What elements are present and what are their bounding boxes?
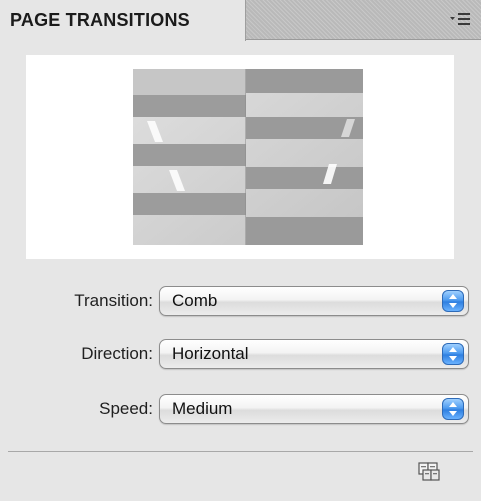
tab-title: PAGE TRANSITIONS [10, 10, 190, 30]
direction-select[interactable]: Horizontal [159, 339, 469, 369]
transition-preview [26, 55, 454, 259]
transition-value: Comb [172, 291, 218, 310]
direction-row: Direction: Horizontal [0, 339, 481, 369]
apply-to-all-spreads-icon[interactable] [418, 461, 442, 485]
transition-preview-image [133, 69, 363, 245]
transition-select[interactable]: Comb [159, 286, 469, 316]
speed-value: Medium [172, 399, 233, 418]
speed-label: Speed: [99, 399, 153, 418]
select-stepper-icon [442, 343, 464, 365]
panel-tab-bar: PAGE TRANSITIONS [0, 0, 481, 41]
direction-label: Direction: [81, 344, 153, 363]
speed-select[interactable]: Medium [159, 394, 469, 424]
page-transitions-panel: PAGE TRANSITIONS Transition: Comb Direct… [0, 0, 481, 501]
direction-value: Horizontal [172, 344, 249, 363]
footer-divider [8, 451, 473, 452]
tab-page-transitions[interactable]: PAGE TRANSITIONS [0, 0, 246, 41]
panel-menu-icon[interactable] [449, 10, 471, 28]
select-stepper-icon [442, 290, 464, 312]
transition-label: Transition: [74, 291, 153, 310]
speed-row: Speed: Medium [0, 394, 481, 424]
select-stepper-icon [442, 398, 464, 420]
transition-row: Transition: Comb [0, 286, 481, 316]
